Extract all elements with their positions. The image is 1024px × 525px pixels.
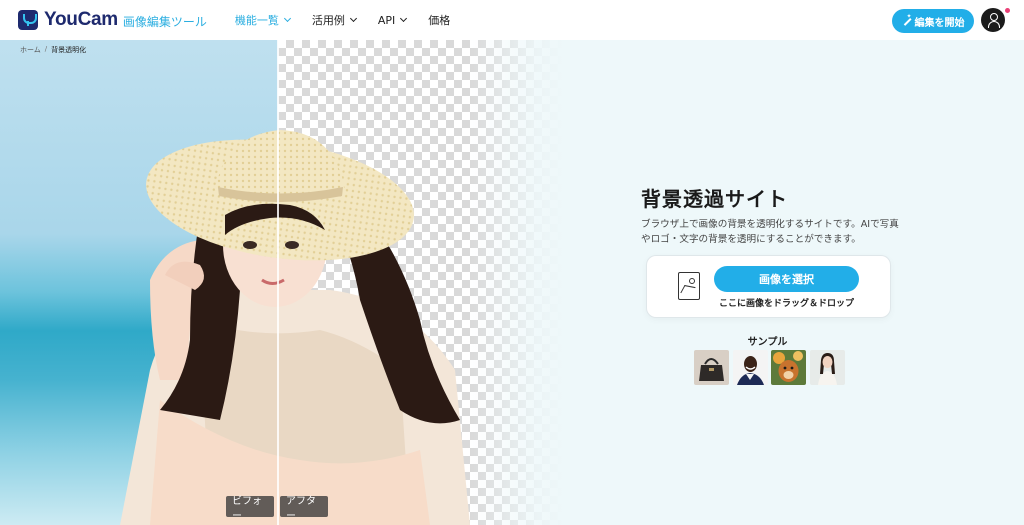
top-navbar: YouCam 画像編集ツール 機能一覧 活用例 API 価格 — [0, 0, 1024, 40]
nav-item-features[interactable]: 機能一覧 — [234, 12, 291, 28]
upload-dropzone[interactable]: 画像を選択 ここに画像をドラッグ＆ドロップ — [647, 256, 890, 317]
logo[interactable]: YouCam 画像編集ツール — [18, 9, 207, 31]
breadcrumb-separator: / — [44, 45, 48, 53]
page-title: 背景透過サイト — [641, 187, 788, 211]
logo-text: YouCam — [44, 9, 118, 30]
nav-label: API — [377, 13, 396, 27]
notification-dot — [1005, 8, 1010, 13]
chevron-down-icon — [400, 14, 408, 23]
nav-label: 価格 — [428, 14, 451, 27]
woman-with-hat-image — [120, 130, 470, 525]
nav-label: 機能一覧 — [234, 14, 279, 27]
magic-wand-icon — [902, 13, 912, 26]
before-after-divider[interactable] — [277, 40, 279, 525]
handbag-icon — [694, 350, 729, 385]
woman-portrait-icon — [809, 350, 845, 385]
logo-subtitle: 画像編集ツール — [122, 15, 207, 29]
chevron-down-icon — [349, 14, 357, 23]
nav-item-use-cases[interactable]: 活用例 — [311, 12, 357, 28]
sample-dog[interactable] — [771, 350, 806, 385]
dog-icon — [771, 350, 806, 385]
drop-hint: ここに画像をドラッグ＆ドロップ — [718, 299, 854, 309]
main-nav: 機能一覧 活用例 API 価格 — [235, 12, 472, 28]
man-portrait-icon — [732, 350, 768, 385]
sample-man[interactable] — [732, 350, 768, 385]
select-image-button[interactable]: 画像を選択 — [714, 266, 859, 292]
nav-item-api[interactable]: API — [377, 13, 408, 27]
nav-item-pricing[interactable]: 価格 — [428, 12, 450, 28]
chevron-down-icon — [283, 14, 291, 23]
after-label: アフター — [280, 496, 328, 522]
before-after-hero: ビフォー アフター — [0, 40, 565, 525]
before-label: ビフォー — [226, 496, 274, 522]
sample-woman[interactable] — [809, 350, 845, 385]
image-file-icon — [678, 272, 700, 300]
sample-list — [694, 350, 848, 385]
nav-label: 活用例 — [311, 14, 345, 27]
user-avatar-icon[interactable] — [981, 8, 1005, 32]
page-description: ブラウザ上で画像の背景を透明化するサイトです。AIで写真やロゴ・文字の背景を透明… — [641, 219, 899, 245]
sample-handbag[interactable] — [694, 350, 729, 385]
breadcrumb-current: 背景透明化 — [51, 46, 87, 54]
breadcrumb-home[interactable]: ホーム — [20, 45, 41, 55]
breadcrumb: ホーム / 背景透明化 — [20, 45, 86, 55]
sample-label: サンプル — [747, 337, 788, 348]
start-editing-button[interactable]: 編集を開始 — [892, 9, 974, 33]
start-editing-label: 編集を開始 — [914, 17, 965, 29]
youcam-logo-icon — [18, 10, 38, 30]
